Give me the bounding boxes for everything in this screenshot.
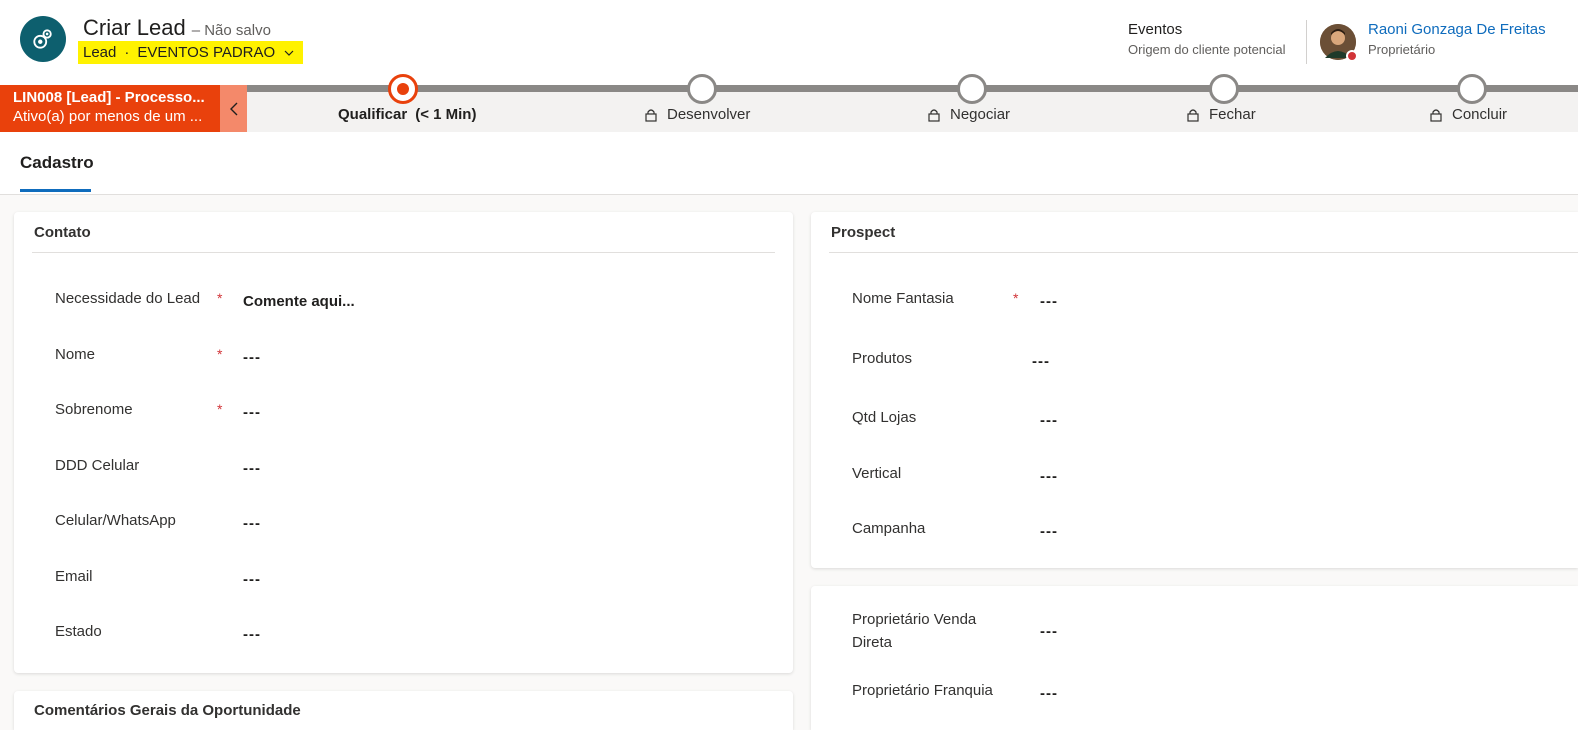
bpf-process-name[interactable]: LIN008 [Lead] - Processo... Ativo(a) por…	[0, 85, 220, 132]
form-name: EVENTOS PADRAO	[137, 44, 276, 61]
source-label: Origem do cliente potencial	[1128, 42, 1286, 57]
qtd-lojas-input[interactable]: ---	[1040, 412, 1058, 429]
presence-status-badge	[1346, 50, 1358, 62]
process-status: Ativo(a) por menos de um ...	[13, 108, 203, 125]
tab-selected-indicator	[20, 189, 91, 192]
section-title: Contato	[34, 224, 91, 241]
vertical-input[interactable]: ---	[1040, 468, 1058, 485]
avatar[interactable]	[1320, 24, 1358, 62]
field-label-nome-fantasia: Nome Fantasia	[852, 290, 954, 307]
field-label-campanha: Campanha	[852, 520, 926, 537]
stage-indicator	[1457, 74, 1487, 104]
stage-name: Concluir	[1452, 106, 1508, 123]
chevron-left-icon	[229, 102, 237, 115]
bpf-track	[247, 85, 1578, 92]
header-field-source[interactable]: Eventos Origem do cliente potencial	[1128, 21, 1286, 57]
stage-duration: (< 1 Min)	[415, 106, 477, 123]
field-label-proprietario-franquia: Proprietário Franquia	[852, 682, 993, 699]
lock-icon	[1187, 108, 1199, 122]
stage-name: Desenvolver	[667, 106, 751, 123]
celular-input[interactable]: ---	[243, 515, 261, 532]
section-divider	[32, 252, 775, 253]
estado-input[interactable]: ---	[243, 626, 261, 643]
nome-input[interactable]: ---	[243, 349, 261, 366]
field-label-proprietario-venda: Proprietário Venda Direta	[852, 608, 976, 654]
field-label-necessidade: Necessidade do Lead	[55, 290, 201, 307]
section-divider	[829, 252, 1578, 253]
owner-label: Proprietário	[1368, 42, 1436, 57]
email-input[interactable]: ---	[243, 571, 261, 588]
required-indicator: *	[217, 290, 223, 306]
section-proprietarios: Proprietário Venda Direta --- Proprietár…	[811, 586, 1578, 730]
stage-indicator	[1209, 74, 1239, 104]
required-indicator: *	[217, 346, 223, 362]
stage-indicator	[957, 74, 987, 104]
produtos-input[interactable]: ---	[1032, 353, 1050, 370]
chevron-down-icon	[284, 50, 294, 56]
field-label-email: Email	[55, 568, 93, 585]
process-name: LIN008 [Lead] - Processo...	[13, 89, 205, 106]
source-value: Eventos	[1128, 21, 1183, 38]
stage-label: Fechar	[1187, 106, 1256, 123]
stage-name: Qualificar	[338, 106, 408, 123]
stage-name: Fechar	[1209, 106, 1256, 123]
lock-icon	[928, 108, 940, 122]
field-label-produtos: Produtos	[852, 350, 913, 367]
section-prospect: Prospect Nome Fantasia * --- Produtos --…	[811, 212, 1578, 568]
field-label-vertical: Vertical	[852, 465, 902, 482]
field-label-qtd-lojas: Qtd Lojas	[852, 409, 917, 426]
business-process-flow: LIN008 [Lead] - Processo... Ativo(a) por…	[0, 74, 1578, 132]
section-contato: Contato Necessidade do Lead * Comente aq…	[14, 212, 793, 673]
bpf-collapse-button[interactable]	[220, 85, 247, 132]
necessidade-input[interactable]: Comente aqui...	[243, 293, 355, 310]
field-label-ddd: DDD Celular	[55, 457, 140, 474]
stage-label: Negociar	[928, 106, 1010, 123]
proprietario-franquia-lookup[interactable]: ---	[1040, 685, 1058, 702]
tab-bar: Cadastro	[0, 132, 1578, 195]
lead-gear-icon	[20, 16, 66, 62]
section-title: Prospect	[831, 224, 896, 241]
field-label-nome: Nome	[55, 346, 96, 363]
required-indicator: *	[217, 401, 223, 417]
proprietario-venda-lookup[interactable]: ---	[1040, 623, 1058, 640]
nome-fantasia-input[interactable]: ---	[1040, 293, 1058, 310]
lock-icon	[1430, 108, 1442, 122]
save-status: – Não salvo	[191, 22, 271, 39]
section-title: Comentários Gerais da Oportunidade	[34, 702, 301, 719]
field-label-celular: Celular/WhatsApp	[55, 512, 176, 529]
separator: ·	[124, 44, 130, 61]
stage-active-indicator	[388, 74, 418, 104]
stage-label: Concluir	[1430, 106, 1507, 123]
section-comentarios: Comentários Gerais da Oportunidade	[14, 691, 793, 730]
ddd-input[interactable]: ---	[243, 460, 261, 477]
label-line: Direta	[852, 634, 893, 651]
required-indicator: *	[1013, 290, 1019, 306]
stage-label: Qualificar (< 1 Min)	[338, 106, 476, 123]
stage-indicator	[687, 74, 717, 104]
label-line: Proprietário Venda	[852, 611, 977, 628]
stage-name: Negociar	[950, 106, 1011, 123]
entity-name: Lead	[83, 44, 117, 61]
field-label-sobrenome: Sobrenome	[55, 401, 133, 418]
tab-cadastro[interactable]: Cadastro	[20, 153, 94, 173]
page-title: Criar Lead	[83, 15, 186, 40]
owner-link[interactable]: Raoni Gonzaga De Freitas	[1368, 21, 1546, 38]
stage-label: Desenvolver	[645, 106, 750, 123]
form-header: Criar Lead – Não salvo Lead · EVENTOS PA…	[0, 0, 1578, 85]
sobrenome-input[interactable]: ---	[243, 404, 261, 421]
header-divider	[1306, 20, 1307, 64]
lock-icon	[645, 108, 657, 122]
form-selector[interactable]: Lead · EVENTOS PADRAO	[78, 41, 304, 64]
header-field-owner: Raoni Gonzaga De Freitas Proprietário	[1368, 21, 1546, 57]
page-title-line: Criar Lead – Não salvo	[83, 15, 271, 41]
field-label-estado: Estado	[55, 623, 102, 640]
campanha-input[interactable]: ---	[1040, 523, 1058, 540]
